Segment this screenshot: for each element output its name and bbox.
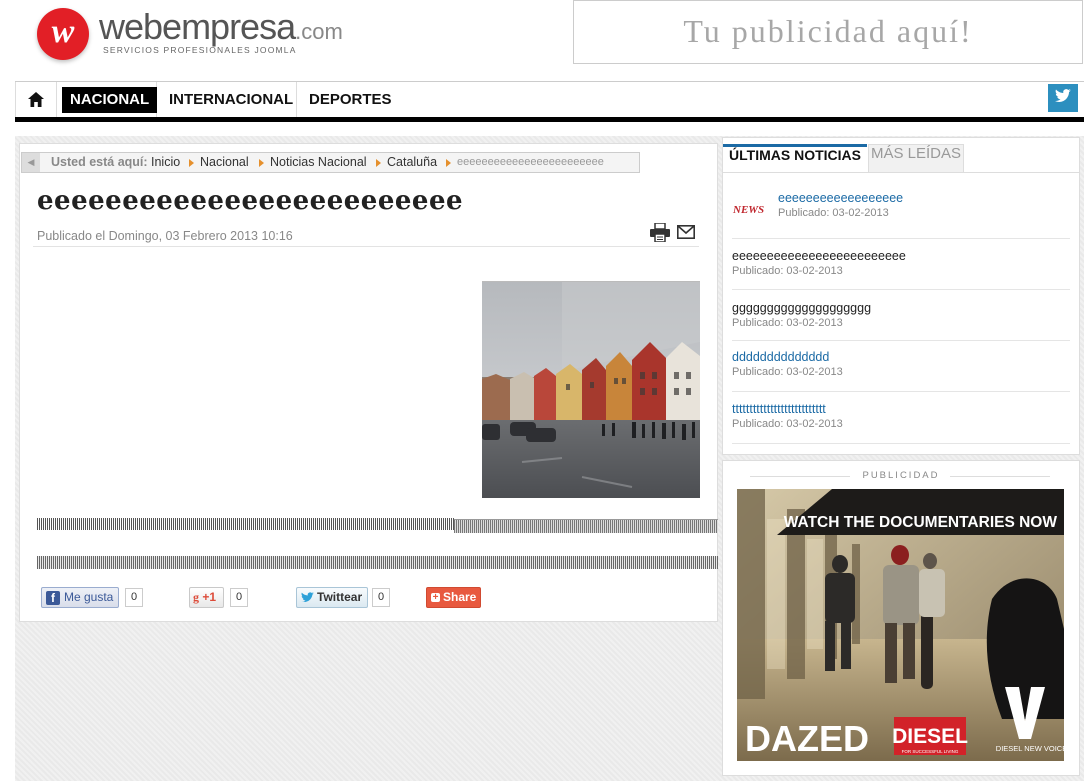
ad-brand-new-voices: DIESEL NEW VOICES	[996, 744, 1064, 753]
nav-home[interactable]	[15, 82, 57, 118]
article-published-date: Publicado el Domingo, 03 Febrero 2013 10…	[37, 229, 293, 243]
breadcrumb-nacional[interactable]: Nacional	[200, 153, 249, 172]
breadcrumb-label: Usted está aquí:	[51, 155, 148, 169]
news-divider	[732, 238, 778, 239]
facebook-like-button[interactable]: f Me gusta	[41, 587, 119, 608]
news-item: ttttttttttttttttttttttttttt Publicado: 0…	[732, 402, 1070, 444]
facebook-icon: f	[46, 591, 60, 605]
news-item-date: Publicado: 03-02-2013	[778, 207, 889, 219]
news-thumbnail[interactable]: NEWS	[731, 199, 769, 219]
share-label: Share	[443, 590, 477, 604]
title-divider	[33, 246, 699, 247]
nav-item-nacional[interactable]: NACIONAL	[57, 82, 158, 118]
breadcrumb-arrow-icon	[376, 159, 381, 167]
gplus-icon: g	[193, 590, 199, 604]
facebook-like-label: Me gusta	[64, 590, 114, 604]
news-thumb-text: NEWS	[732, 204, 764, 216]
news-item: eeeeeeeeeeeeeeeeeeeeeeeee Publicado: 03-…	[732, 249, 1070, 290]
twitter-bird-icon	[301, 592, 314, 602]
breadcrumb-arrow-icon	[446, 159, 451, 167]
twitter-button[interactable]	[1048, 84, 1078, 112]
gplus-label: +1	[202, 590, 217, 604]
logo-wordmark: webempresa	[99, 6, 296, 47]
news-item: eeeeeeeeeeeeeeeeee Publicado: 03-02-2013	[778, 191, 1070, 239]
breadcrumb-back-icon[interactable]: ◀	[22, 153, 40, 172]
ad-brand-diesel-tagline: FOR SUCCESSFUL LIVING	[902, 749, 959, 754]
text-line-1	[37, 518, 454, 530]
article-title: eeeeeeeeeeeeeeeeeeeeeeeee	[37, 186, 464, 216]
gplus-button[interactable]: g +1	[189, 587, 224, 608]
logo-mark: w	[37, 8, 89, 60]
breadcrumb: ◀ Usted está aquí: Inicio Nacional Notic…	[21, 152, 640, 173]
top-ad-text: Tu publicidad aquí!	[683, 13, 973, 49]
main-nav: NACIONAL INTERNACIONAL DEPORTES	[15, 81, 1084, 118]
nav-item-internacional[interactable]: INTERNACIONAL	[157, 82, 297, 118]
tweet-label: Twittear	[317, 590, 363, 604]
news-item-date: Publicado: 03-02-2013	[732, 418, 843, 430]
ad-label: PUBLICIDAD	[722, 470, 1080, 481]
ad-brand-dazed: DAZED	[745, 718, 869, 759]
news-item-title[interactable]: eeeeeeeeeeeeeeeeee	[778, 191, 1070, 205]
news-tabs: ÚLTIMAS NOTICIAS MÁS LEÍDAS	[722, 139, 1078, 173]
top-ad-banner[interactable]: Tu publicidad aquí!	[573, 0, 1083, 64]
facebook-like-count: 0	[125, 588, 144, 607]
ad-headline: WATCH THE DOCUMENTARIES NOW	[784, 514, 1058, 531]
tab-ultimas-noticias[interactable]: ÚLTIMAS NOTICIAS	[723, 144, 867, 173]
ad-brand-diesel: DIESEL	[892, 725, 968, 748]
news-item-title[interactable]: ttttttttttttttttttttttttttt	[732, 402, 1070, 416]
news-item-date: Publicado: 03-02-2013	[732, 366, 843, 378]
sidebar-ad-banner[interactable]: WATCH THE DOCUMENTARIES NOW DAZED DIESEL…	[737, 489, 1064, 761]
text-line-1-overflow	[454, 519, 718, 533]
tweet-button[interactable]: Twittear	[296, 587, 368, 608]
news-item: gggggggggggggggggggg Publicado: 03-02-20…	[732, 301, 1070, 341]
print-icon[interactable]	[650, 223, 670, 242]
logo-tagline: SERVICIOS PROFESIONALES JOOMLA	[103, 45, 297, 55]
twitter-icon	[1055, 89, 1071, 102]
text-line-2	[37, 556, 718, 569]
nav-item-deportes[interactable]: DEPORTES	[297, 82, 397, 118]
tweet-count: 0	[372, 588, 391, 607]
breadcrumb-current: eeeeeeeeeeeeeeeeeeeeeeee	[457, 156, 604, 168]
tabs-divider	[722, 172, 1080, 173]
news-item-title[interactable]: eeeeeeeeeeeeeeeeeeeeeeeee	[732, 249, 1070, 263]
logo-tld: .com	[295, 19, 343, 44]
article-image	[482, 281, 700, 498]
breadcrumb-arrow-icon	[189, 159, 194, 167]
tab-mas-leidas[interactable]: MÁS LEÍDAS	[868, 144, 964, 173]
breadcrumb-arrow-icon	[259, 159, 264, 167]
plus-icon: +	[431, 592, 440, 603]
nav-divider	[15, 117, 1084, 122]
news-item-date: Publicado: 03-02-2013	[732, 317, 843, 329]
news-item-title[interactable]: gggggggggggggggggggg	[732, 301, 1070, 315]
news-item-date: Publicado: 03-02-2013	[732, 265, 843, 277]
breadcrumb-inicio[interactable]: Inicio	[151, 153, 180, 172]
share-button[interactable]: + Share	[426, 587, 481, 608]
gplus-count: 0	[230, 588, 249, 607]
breadcrumb-noticias-nacional[interactable]: Noticias Nacional	[270, 153, 367, 172]
home-icon	[28, 92, 44, 107]
site-logo[interactable]: w webempresa.com SERVICIOS PROFESIONALES…	[33, 2, 353, 62]
email-icon[interactable]	[677, 225, 695, 239]
breadcrumb-cataluna[interactable]: Cataluña	[387, 153, 437, 172]
news-item-title[interactable]: dddddddddddddd	[732, 350, 1070, 364]
news-item: dddddddddddddd Publicado: 03-02-2013	[732, 350, 1070, 392]
